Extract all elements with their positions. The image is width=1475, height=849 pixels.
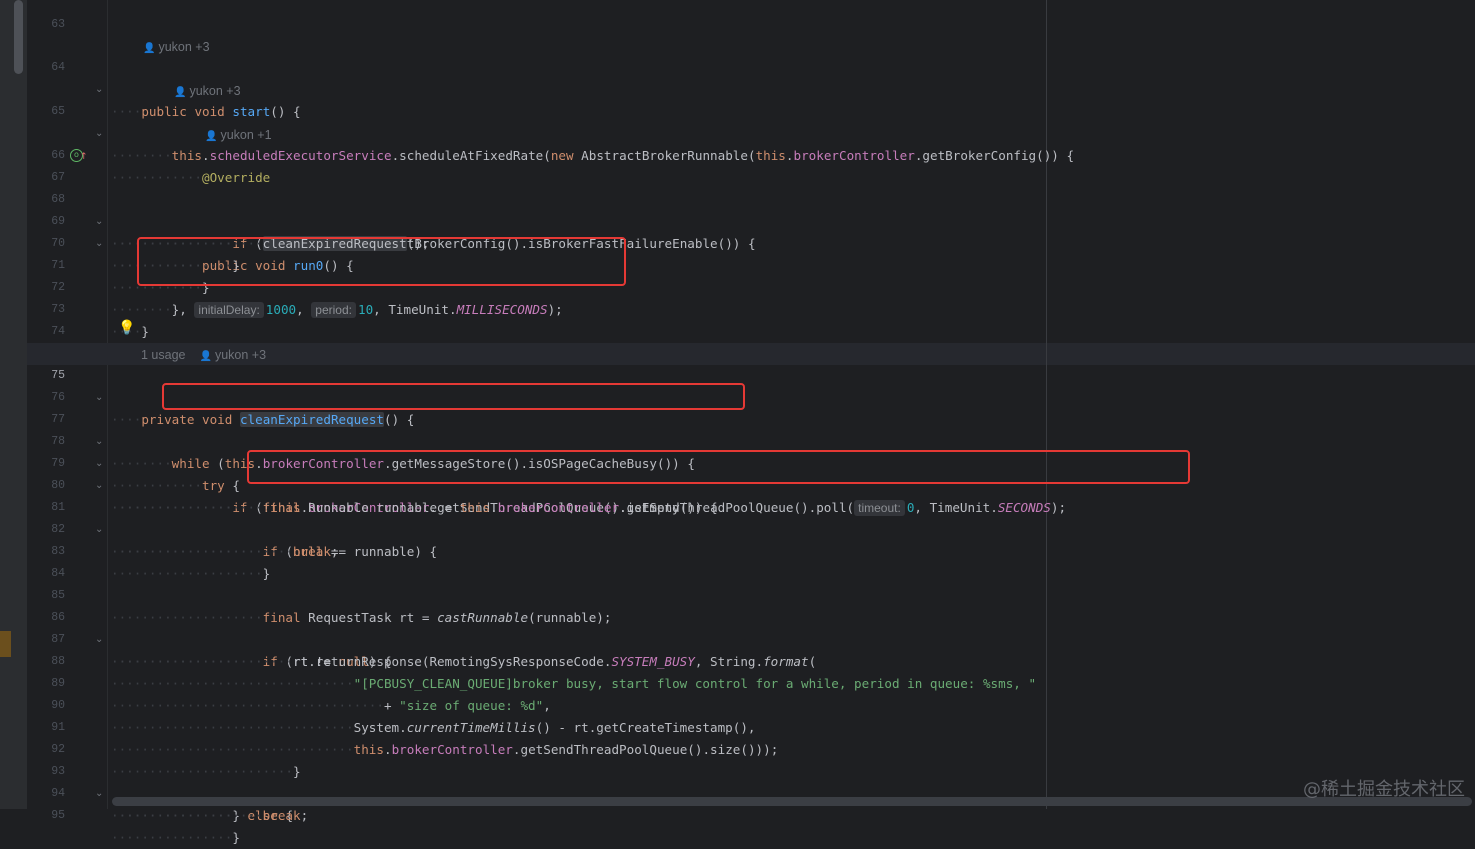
- code-line-75[interactable]: 75 ⌄ ····private void cleanExpiredReques…: [0, 343, 1475, 427]
- override-arrow-icon: ↑: [80, 152, 88, 162]
- code-line-66[interactable]: 66 ············@Override: [0, 123, 1475, 185]
- code-line-82[interactable]: 82 ························break;: [0, 497, 1475, 559]
- code-line-63: 63: [0, 0, 1475, 31]
- code-line-64[interactable]: 64 ⌄ ····public void start() {: [0, 35, 1475, 119]
- annotation-box-while: [162, 383, 745, 410]
- code-line-68[interactable]: 68 ⌄ ················if (brokerControlle…: [0, 167, 1475, 251]
- annotation-box-poll: [247, 450, 1190, 484]
- code-line-69[interactable]: 69 ····················cleanExpiredReque…: [0, 189, 1475, 251]
- code-line-92[interactable]: 92 ························}: [0, 717, 1475, 779]
- code-line-74[interactable]: 74: [0, 299, 1475, 338]
- code-line-65[interactable]: 65 ⌄ ········this.scheduledExecutorServi…: [0, 79, 1475, 163]
- watermark: @稀土掘金技术社区: [1303, 779, 1465, 800]
- code-line-91[interactable]: 91 ································this.…: [0, 695, 1475, 757]
- code-line-94[interactable]: 94 ····················break;: [0, 761, 1475, 823]
- code-vision-64: 👤 yukon +3: [0, 14, 1475, 54]
- code-line-89[interactable]: 89 ····································+…: [0, 651, 1475, 713]
- code-line-70[interactable]: 70 ················}: [0, 211, 1475, 273]
- code-line-93[interactable]: 93 ⌄ ················} else {: [0, 739, 1475, 823]
- horizontal-scrollbar[interactable]: [112, 797, 1472, 806]
- code-line-88[interactable]: 88 ································"[PCB…: [0, 629, 1475, 691]
- code-line-90[interactable]: 90 ································Syste…: [0, 673, 1475, 735]
- code-line-86[interactable]: 86 ⌄ ····················if (rt != null)…: [0, 585, 1475, 669]
- annotation-box-schedule: [137, 237, 626, 286]
- code-line-84[interactable]: 84: [0, 541, 1475, 580]
- code-line-78[interactable]: 78 ⌄ ············try {: [0, 409, 1475, 493]
- code-line-87[interactable]: 87 ························rt.returnResp…: [0, 607, 1475, 669]
- code-vision-66: 👤 yukon +1: [0, 102, 1475, 142]
- code-line-85[interactable]: 85 ····················final RequestTask…: [0, 563, 1475, 625]
- line-number: 95: [51, 809, 65, 822]
- code-vision-75: 1 usage 👤 yukon +3: [0, 322, 1475, 362]
- code-line-67[interactable]: 67 o ↑ ⌄ ············public void run0() …: [0, 145, 1475, 273]
- code-vision-65: 👤 yukon +3: [0, 58, 1475, 98]
- code-line-83[interactable]: 83 ····················}: [0, 519, 1475, 581]
